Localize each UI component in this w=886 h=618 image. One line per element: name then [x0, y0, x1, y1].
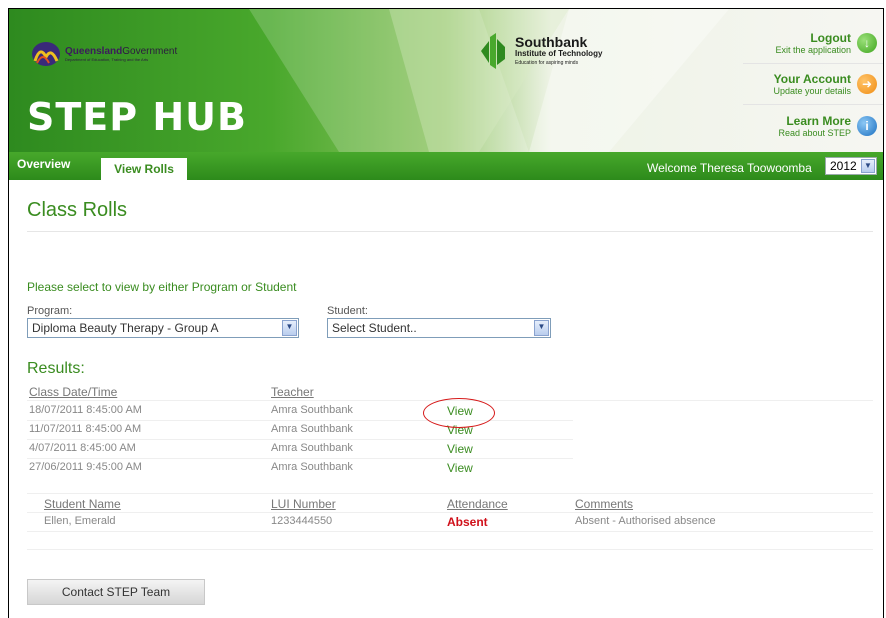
attendance-status: Absent — [447, 515, 488, 529]
your-account-link[interactable]: Your Account Update your details ➜ — [743, 64, 883, 105]
southbank-tagline: Education for aspiring minds — [515, 60, 579, 67]
program-value[interactable]: Diploma Beauty Therapy - Group A — [32, 321, 219, 335]
student-comments: Absent - Authorised absence — [575, 515, 716, 527]
header-class-date[interactable]: Class Date/Time — [29, 385, 117, 399]
program-select[interactable]: Diploma Beauty Therapy - Group A ▼ — [27, 318, 299, 338]
tab-overview[interactable]: Overview — [17, 157, 70, 171]
row-divider — [27, 531, 873, 532]
qld-logo-text: Government — [122, 45, 178, 57]
class-teacher: Amra Southbank — [271, 423, 353, 435]
header-teacher[interactable]: Teacher — [271, 385, 314, 399]
row-divider — [27, 439, 573, 440]
account-title[interactable]: Your Account — [773, 72, 851, 86]
class-date: 4/07/2011 8:45:00 AM — [29, 442, 136, 454]
chevron-down-icon[interactable]: ▼ — [861, 159, 875, 173]
header-lui-number[interactable]: LUI Number — [271, 497, 336, 511]
logout-title[interactable]: Logout — [775, 31, 851, 45]
header-banner: QueenslandGovernment Department of Educa… — [9, 9, 883, 152]
header-attendance[interactable]: Attendance — [447, 497, 508, 511]
logout-subtitle[interactable]: Exit the application — [775, 45, 851, 55]
class-date: 11/07/2011 8:45:00 AM — [29, 423, 142, 435]
chevron-down-icon[interactable]: ▼ — [282, 320, 297, 336]
student-value[interactable]: Select Student.. — [332, 321, 417, 335]
header-links: Logout Exit the application ↓ Your Accou… — [743, 23, 883, 146]
class-date: 18/07/2011 8:45:00 AM — [29, 404, 142, 416]
page-title: Class Rolls — [27, 199, 128, 221]
header-student-name[interactable]: Student Name — [44, 497, 121, 511]
class-teacher: Amra Southbank — [271, 461, 353, 473]
results-heading: Results: — [27, 360, 85, 377]
chevron-down-icon[interactable]: ▼ — [534, 320, 549, 336]
row-divider — [27, 549, 873, 550]
annotation-circle — [423, 398, 495, 428]
tab-view-rolls[interactable]: View Rolls — [101, 158, 187, 180]
class-teacher: Amra Southbank — [271, 404, 353, 416]
student-name: Ellen, Emerald — [44, 515, 116, 527]
southbank-logo: Southbank Institute of Technology Educat… — [479, 33, 602, 69]
title-divider — [27, 231, 873, 232]
row-divider — [27, 512, 873, 513]
row-divider — [27, 493, 873, 494]
student-select[interactable]: Select Student.. ▼ — [327, 318, 551, 338]
account-subtitle[interactable]: Update your details — [773, 86, 851, 96]
row-divider — [27, 458, 573, 459]
class-teacher: Amra Southbank — [271, 442, 353, 454]
year-value[interactable]: 2012 — [830, 159, 857, 173]
welcome-text: Welcome Theresa Toowoomba — [647, 161, 812, 175]
app-title: STEP HUB — [27, 95, 247, 139]
queensland-crest-icon — [32, 42, 60, 66]
qld-logo-bold: Queensland — [65, 45, 123, 57]
learn-more-subtitle[interactable]: Read about STEP — [778, 128, 851, 138]
class-date: 27/06/2011 9:45:00 AM — [29, 461, 142, 473]
southbank-emblem-icon — [481, 33, 505, 69]
view-link[interactable]: View — [447, 461, 473, 475]
learn-more-title[interactable]: Learn More — [778, 114, 851, 128]
qld-logo-department: Department of Education, Training and th… — [65, 56, 149, 62]
learn-more-link[interactable]: Learn More Read about STEP i — [743, 105, 883, 146]
view-link[interactable]: View — [447, 442, 473, 456]
logout-link[interactable]: Logout Exit the application ↓ — [743, 23, 883, 64]
app-frame: QueenslandGovernment Department of Educa… — [8, 8, 884, 618]
student-label: Student: — [327, 305, 368, 317]
queensland-government-logo: QueenslandGovernment Department of Educa… — [31, 41, 177, 67]
info-icon[interactable]: i — [857, 115, 877, 136]
instruction-text: Please select to view by either Program … — [27, 280, 297, 294]
header-comments[interactable]: Comments — [575, 497, 633, 511]
southbank-name: Southbank — [515, 34, 588, 51]
nav-bar: Overview View Rolls Welcome Theresa Toow… — [9, 152, 883, 180]
program-label: Program: — [27, 305, 73, 317]
student-lui: 1233444550 — [271, 515, 333, 527]
right-arrow-icon[interactable]: ➜ — [857, 74, 877, 94]
southbank-institute: Institute of Technology — [515, 49, 603, 59]
down-arrow-icon[interactable]: ↓ — [857, 33, 877, 53]
row-divider — [27, 420, 573, 421]
year-select[interactable]: 2012 ▼ — [825, 157, 877, 175]
contact-step-team-button[interactable]: Contact STEP Team — [27, 579, 205, 605]
